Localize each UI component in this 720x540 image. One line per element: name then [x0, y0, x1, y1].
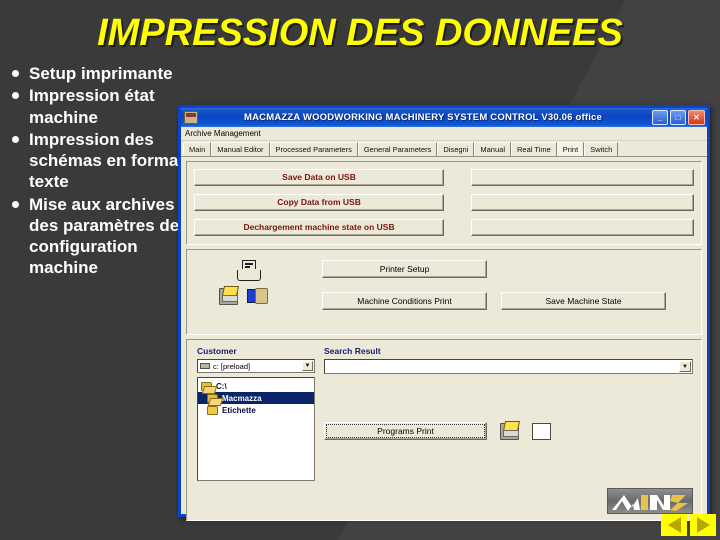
usb-row-save: Save Data on USB: [194, 169, 694, 186]
printer-icon-body: [237, 270, 261, 281]
printer-setup-button[interactable]: Printer Setup: [322, 260, 487, 278]
slide-navigation: [661, 514, 716, 536]
small-icons-group: [219, 288, 287, 305]
tree-item-root[interactable]: C:\: [198, 380, 314, 392]
tab-disegni[interactable]: Disegni: [437, 142, 475, 156]
window-title: MACMAZZA WOODWORKING MACHINERY SYSTEM CO…: [243, 112, 603, 123]
usb-archive-panel: Save Data on USB Copy Data from USB Dech…: [186, 161, 702, 245]
tree-item-macmazza[interactable]: Macmazza: [198, 392, 314, 404]
search-result-select[interactable]: ▼: [324, 359, 693, 374]
application-window: MACMAZZA WOODWORKING MACHINERY SYSTEM CO…: [178, 105, 710, 521]
tab-real-time[interactable]: Real Time: [511, 142, 557, 156]
macmazza-logo: [607, 488, 693, 514]
drive-select[interactable]: c: [preload] ▼: [197, 359, 315, 373]
list-item: Mise aux archives des paramètres de conf…: [8, 194, 186, 279]
tree-item-label: C:\: [216, 381, 227, 391]
search-column: Search Result ▼: [324, 346, 693, 374]
next-slide-button[interactable]: [690, 514, 716, 536]
save-data-on-usb-button[interactable]: Save Data on USB: [194, 169, 445, 186]
usb-empty-button-2[interactable]: [471, 194, 694, 211]
customer-column: Customer c: [preload] ▼ C:\ Macmazza Eti…: [197, 346, 315, 481]
machine-conditions-print-button[interactable]: Machine Conditions Print: [322, 292, 487, 310]
previous-slide-button[interactable]: [661, 514, 687, 536]
drive-select-value: c: [preload]: [213, 361, 251, 371]
maximize-button[interactable]: □: [670, 110, 686, 125]
tab-print[interactable]: Print: [556, 142, 585, 156]
bullet-dot-icon: [12, 200, 19, 208]
application-icon: [184, 111, 198, 124]
list-item-label: Impression état machine: [29, 86, 155, 127]
chevron-down-icon[interactable]: ▼: [679, 361, 691, 372]
usb-empty-button-1[interactable]: [471, 169, 694, 186]
bullet-dot-icon: [12, 70, 19, 77]
list-item-label: Setup imprimante: [29, 64, 173, 83]
arrow-right-icon: [696, 517, 710, 533]
drive-icon: [200, 363, 210, 369]
macmazza-logo-mark: [612, 495, 688, 511]
menu-item-archive-management[interactable]: Archive Management: [185, 129, 261, 138]
tab-processed-parameters[interactable]: Processed Parameters: [269, 142, 358, 156]
usb-row-dechargement: Dechargement machine state on USB: [194, 219, 694, 236]
printer-buttons-group: Printer Setup Machine Conditions Print S…: [322, 260, 666, 310]
window-controls: _ □ ✕: [652, 110, 705, 125]
menu-bar: Archive Management: [181, 127, 707, 141]
tab-general-parameters[interactable]: General Parameters: [357, 142, 438, 156]
print-to-folder-icon[interactable]: [219, 288, 238, 305]
usb-row-copy: Copy Data from USB: [194, 194, 694, 211]
tree-item-etichette[interactable]: Etichette: [198, 404, 314, 416]
programs-print-group: Programs Print: [324, 422, 551, 440]
tab-manual-editor[interactable]: Manual Editor: [211, 142, 270, 156]
list-item-label: Mise aux archives des paramètres de conf…: [29, 194, 180, 278]
search-result-label: Search Result: [324, 346, 381, 356]
arrow-left-icon: [667, 517, 681, 533]
minimize-button[interactable]: _: [652, 110, 668, 125]
printer-icon-line-1: [245, 263, 253, 265]
title-bar: MACMAZZA WOODWORKING MACHINERY SYSTEM CO…: [181, 108, 707, 127]
print-icon[interactable]: [500, 422, 519, 440]
printer-icon-line-2: [245, 266, 250, 268]
list-item: Impression des schémas en format texte: [8, 129, 186, 193]
customer-label: Customer: [197, 346, 237, 356]
customer-search-panel: Customer c: [preload] ▼ C:\ Macmazza Eti…: [186, 339, 702, 521]
bullet-dot-icon: [12, 92, 19, 100]
printer-icon: [237, 260, 261, 282]
programs-print-button[interactable]: Programs Print: [324, 422, 487, 440]
directory-tree[interactable]: C:\ Macmazza Etichette: [197, 377, 315, 481]
focus-ring: [326, 424, 485, 438]
bullet-list: Setup imprimante Impression état machine…: [8, 63, 186, 280]
tab-switch[interactable]: Switch: [584, 142, 619, 156]
tab-bar: Main Manual Editor Processed Parameters …: [181, 141, 707, 157]
bullet-dot-icon: [12, 135, 19, 143]
list-view-icon[interactable]: [532, 422, 551, 440]
save-machine-state-button[interactable]: Save Machine State: [501, 292, 666, 310]
printer-icon-paper: [242, 260, 256, 269]
dechargement-machine-state-on-usb-button[interactable]: Dechargement machine state on USB: [194, 219, 445, 236]
chevron-down-icon[interactable]: ▼: [302, 361, 313, 371]
tree-item-label: Etichette: [222, 405, 256, 415]
tab-bar-filler: [618, 142, 705, 156]
usb-empty-button-3[interactable]: [471, 219, 694, 236]
list-item: Setup imprimante: [8, 63, 186, 84]
list-item-label: Impression des schémas en format texte: [29, 129, 184, 192]
list-item: Impression état machine: [8, 85, 186, 128]
printer-icons-group: [217, 260, 287, 305]
copy-data-from-usb-button[interactable]: Copy Data from USB: [194, 194, 445, 211]
folder-open-icon: [207, 393, 218, 403]
folder-open-icon: [201, 381, 212, 391]
close-button[interactable]: ✕: [688, 110, 705, 125]
machine-monitor-icon[interactable]: [247, 288, 268, 305]
folder-closed-icon: [207, 405, 218, 415]
printer-panel: Printer Setup Machine Conditions Print S…: [186, 249, 702, 335]
tab-main[interactable]: Main: [183, 142, 212, 156]
tab-manual[interactable]: Manual: [474, 142, 511, 156]
page-title: IMPRESSION DES DONNEES: [97, 12, 623, 54]
tree-item-label: Macmazza: [222, 393, 262, 403]
